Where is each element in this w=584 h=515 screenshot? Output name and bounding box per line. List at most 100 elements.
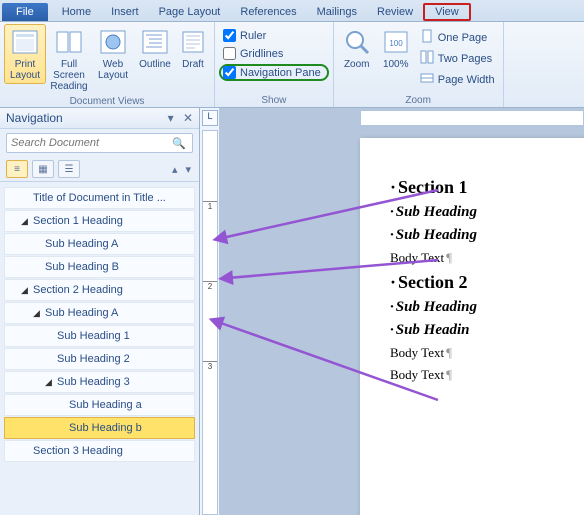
nav-tree-item[interactable]: Sub Heading A [4,233,195,255]
nav-tab-results[interactable]: ☰ [58,160,80,178]
expand-icon[interactable]: ◢ [45,377,55,388]
gridlines-checkbox-row[interactable]: Gridlines [219,46,287,61]
workspace: Navigation ▾ ✕ 🔍 ≡ ▦ ☰ ▴ ▾ Title of Docu… [0,108,584,515]
nav-tree-label: Sub Heading A [45,307,118,319]
page-line[interactable]: Sub Heading [390,201,584,224]
nav-tree-item[interactable]: ◢Sub Heading 3 [4,371,195,393]
document-page[interactable]: Section 1Sub HeadingSub HeadingBody Text… [360,138,584,515]
nav-tree-item[interactable]: Title of Document in Title ... [4,187,195,209]
outline-icon [139,27,171,57]
navigation-tree: Title of Document in Title ...◢Section 1… [0,182,199,471]
nav-tree-label: Sub Heading B [45,261,119,273]
nav-tree-label: Title of Document in Title ... [33,192,166,204]
tab-file[interactable]: File [2,3,48,21]
full-screen-icon [53,27,85,57]
nav-tree-label: Sub Heading 1 [57,330,130,342]
vruler-tick: 3 [203,361,217,371]
nav-tree-item[interactable]: Sub Heading a [4,394,195,416]
page-width-label: Page Width [438,74,495,86]
draft-button[interactable]: Draft [176,24,210,73]
nav-tree-label: Sub Heading b [69,422,142,434]
group-label-show: Show [219,94,329,107]
nav-tree-label: Section 1 Heading [33,215,123,227]
expand-icon[interactable]: ◢ [21,216,31,227]
expand-icon[interactable]: ◢ [33,308,43,319]
search-icon[interactable]: 🔍 [166,137,192,150]
navigation-pane-close-icon[interactable]: ✕ [183,111,193,125]
expand-icon[interactable]: ◢ [21,285,31,296]
zoom-icon [341,27,373,57]
ribbon: Print Layout Full Screen Reading Web Lay… [0,22,584,108]
nav-tree-item[interactable]: Sub Heading 1 [4,325,195,347]
nav-tab-pages[interactable]: ▦ [32,160,54,178]
tab-home[interactable]: Home [52,3,101,21]
full-screen-reading-button[interactable]: Full Screen Reading [48,24,90,95]
zoom-button[interactable]: Zoom [338,24,376,73]
zoom-100-button[interactable]: 100 100% [378,24,414,73]
tab-page-layout[interactable]: Page Layout [149,3,231,21]
page-width-button[interactable]: Page Width [416,70,499,89]
page-line[interactable]: Sub Heading [390,224,584,247]
zoom-100-icon: 100 [380,27,412,57]
draft-icon [177,27,209,57]
one-page-label: One Page [438,32,488,44]
nav-tree-item[interactable]: Section 3 Heading [4,440,195,462]
print-layout-label: Print Layout [6,59,44,81]
nav-prev-icon[interactable]: ▴ [170,163,180,176]
print-layout-button[interactable]: Print Layout [4,24,46,84]
page-line[interactable]: Body Text [390,247,584,269]
ruler-checkbox-row[interactable]: Ruler [219,28,270,43]
page-line[interactable]: Sub Headin [390,319,584,342]
outline-label: Outline [139,59,171,70]
navigation-search[interactable]: 🔍 [6,133,193,153]
nav-tree-item[interactable]: ◢Section 2 Heading [4,279,195,301]
navigation-pane-label: Navigation Pane [240,67,321,79]
nav-tree-item[interactable]: ◢Section 1 Heading [4,210,195,232]
page-line[interactable]: Sub Heading [390,296,584,319]
page-width-icon [420,71,434,88]
nav-tree-item[interactable]: Sub Heading b [4,417,195,439]
tab-references[interactable]: References [230,3,306,21]
one-page-icon [420,29,434,46]
navigation-pane-checkbox[interactable] [223,66,236,79]
gridlines-label: Gridlines [240,48,283,60]
print-layout-icon [9,27,41,57]
navigation-pane-menu-icon[interactable]: ▾ [168,111,174,125]
page-line[interactable]: Section 1 [390,174,584,201]
navigation-view-tabs: ≡ ▦ ☰ ▴ ▾ [0,157,199,182]
tab-review[interactable]: Review [367,3,423,21]
vruler-tick: 1 [203,201,217,211]
navigation-search-input[interactable] [7,134,166,152]
group-label-views: Document Views [4,95,210,108]
gridlines-checkbox[interactable] [223,47,236,60]
zoom-label: Zoom [344,59,370,70]
nav-tab-headings[interactable]: ≡ [6,160,28,178]
outline-button[interactable]: Outline [136,24,174,73]
nav-tree-item[interactable]: Sub Heading 2 [4,348,195,370]
horizontal-ruler[interactable] [360,110,584,126]
group-zoom: Zoom 100 100% One Page Two Pages [334,22,504,107]
full-screen-label: Full Screen Reading [50,59,88,92]
tab-mailings[interactable]: Mailings [307,3,367,21]
one-page-button[interactable]: One Page [416,28,499,47]
tab-insert[interactable]: Insert [101,3,149,21]
nav-tree-item[interactable]: Sub Heading B [4,256,195,278]
nav-next-icon[interactable]: ▾ [183,163,193,176]
vertical-ruler[interactable]: 1 2 3 [202,130,218,515]
two-pages-label: Two Pages [438,53,492,65]
ruler-tab-stop-toggle[interactable]: L [202,110,218,126]
ruler-checkbox[interactable] [223,29,236,42]
nav-tree-item[interactable]: ◢Sub Heading A [4,302,195,324]
web-layout-button[interactable]: Web Layout [92,24,134,84]
ruler-label: Ruler [240,30,266,42]
tab-view[interactable]: View [423,3,471,21]
nav-tree-label: Sub Heading A [45,238,118,250]
page-line[interactable]: Body Text [390,342,584,364]
two-pages-button[interactable]: Two Pages [416,49,499,68]
nav-tree-label: Section 3 Heading [33,445,123,457]
group-show: Ruler Gridlines Navigation Pane Show [215,22,334,107]
group-document-views: Print Layout Full Screen Reading Web Lay… [0,22,215,107]
page-line[interactable]: Section 2 [390,269,584,296]
navigation-pane-checkbox-row[interactable]: Navigation Pane [219,64,329,81]
page-line[interactable]: Body Text [390,364,584,386]
